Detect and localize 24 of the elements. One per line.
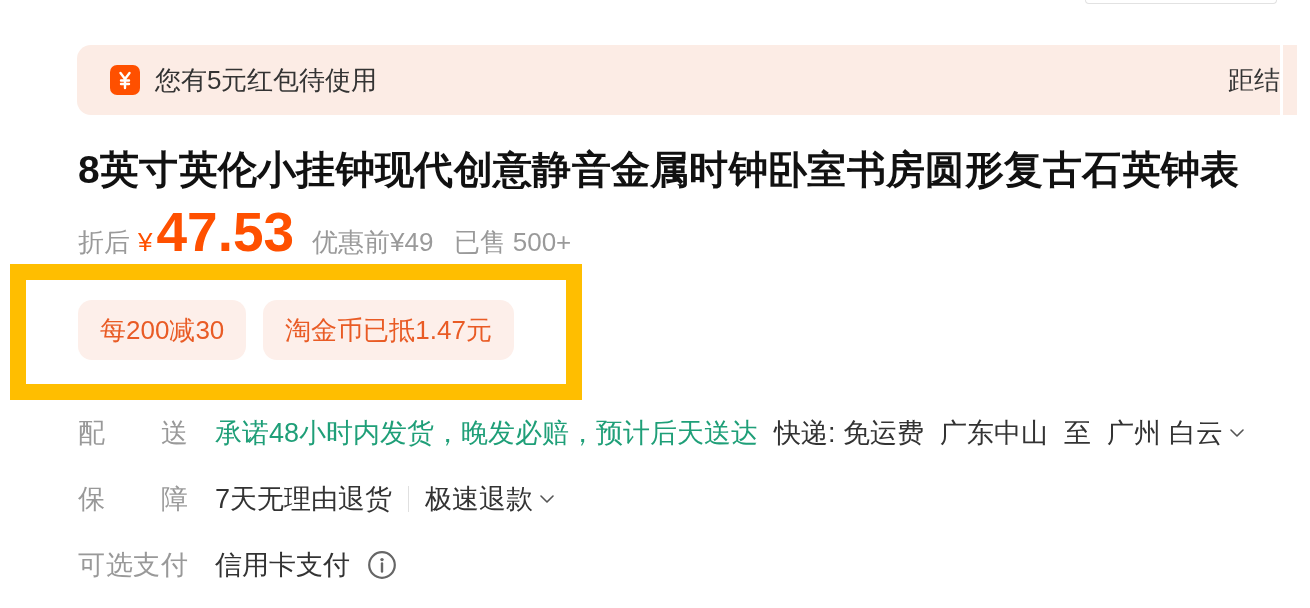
detail-value: 快递: 免运费 [774,417,925,450]
product-title: 8英寸英伦小挂钟现代创意静音金属时钟卧室书房圆形复古石英钟表 [78,147,1241,193]
detail-value: 7天无理由退货 [215,483,393,516]
dropdown-button[interactable]: 广州 白云 [1107,415,1244,451]
detail-value: 信用卡支付 [215,549,350,582]
price-label: 折后 [78,226,130,259]
detail-value: 至 [1064,417,1092,450]
original-price: 优惠前¥49 [312,226,434,259]
delivery-promise: 承诺48小时内发货，晚发必赔，预计后天送达 [215,417,759,450]
sold-count: 已售 500+ [453,226,572,259]
detail-label: 配送 [78,417,188,450]
info-icon[interactable] [368,551,396,579]
promotion-tag: 每200减30 [78,300,247,360]
detail-label: 可选支付 [78,549,188,582]
chevron-down-icon [1229,429,1244,437]
detail-value: 广东中山 [940,417,1049,450]
detail-label: 保障 [78,483,188,516]
promotion-tag: 淘金币已抵1.47元 [263,300,514,360]
countdown-label: 距结 [1228,63,1280,97]
sale-price: ¥47.53 [138,204,295,265]
yuan-icon [110,65,140,95]
dropdown-button[interactable]: 极速退款 [425,481,555,517]
coupon-message: 您有5元红包待使用 [155,63,378,97]
chevron-down-icon [540,495,555,503]
